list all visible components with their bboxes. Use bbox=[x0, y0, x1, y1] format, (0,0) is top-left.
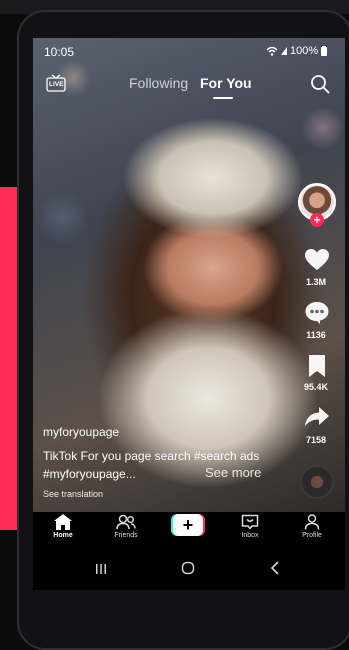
nav-inbox-label: Inbox bbox=[241, 532, 259, 539]
live-button[interactable]: LIVE bbox=[46, 74, 66, 92]
bookmark-icon bbox=[309, 355, 325, 377]
share-button[interactable] bbox=[304, 405, 330, 429]
battery-percent: 100% bbox=[290, 45, 319, 57]
nav-friends-label: Friends bbox=[114, 532, 138, 539]
nav-home[interactable]: Home bbox=[40, 514, 86, 539]
live-label: LIVE bbox=[49, 81, 64, 88]
bookmarks-count: 95.4K bbox=[303, 382, 329, 392]
share-icon bbox=[305, 407, 329, 426]
circle-home-icon bbox=[181, 561, 195, 575]
comment-button[interactable] bbox=[304, 301, 330, 325]
plus-icon: + bbox=[173, 514, 203, 536]
follow-button[interactable]: + bbox=[310, 213, 324, 227]
nav-profile[interactable]: Profile bbox=[289, 514, 335, 539]
nav-home-label: Home bbox=[53, 532, 73, 539]
search-icon bbox=[311, 75, 330, 94]
see-translation-link[interactable]: See translation bbox=[43, 489, 103, 499]
signal-icon bbox=[281, 47, 287, 55]
search-button[interactable] bbox=[310, 74, 330, 94]
home-system-button[interactable] bbox=[181, 561, 195, 580]
friends-icon bbox=[116, 514, 136, 530]
bookmark-button[interactable] bbox=[304, 354, 330, 378]
active-tab-indicator bbox=[213, 97, 233, 99]
comment-icon bbox=[305, 302, 329, 324]
music-disc[interactable] bbox=[300, 465, 334, 499]
inbox-icon bbox=[241, 514, 259, 530]
wifi-icon bbox=[266, 46, 278, 56]
nav-friends[interactable]: Friends bbox=[103, 514, 149, 539]
recents-button[interactable] bbox=[95, 562, 107, 580]
likes-count: 1.3M bbox=[305, 277, 326, 287]
create-button[interactable]: + bbox=[171, 514, 205, 536]
comments-count: 1136 bbox=[306, 330, 326, 340]
profile-icon bbox=[304, 514, 320, 530]
back-button[interactable] bbox=[270, 561, 280, 580]
tab-following[interactable]: Following bbox=[129, 75, 188, 91]
heart-icon bbox=[305, 249, 329, 270]
shares-count: 7158 bbox=[305, 435, 327, 445]
see-more-link[interactable]: See more bbox=[205, 465, 261, 480]
nav-inbox[interactable]: Inbox bbox=[227, 514, 273, 539]
status-indicators: 100% bbox=[266, 45, 328, 57]
recents-icon bbox=[96, 564, 106, 574]
status-time: 10:05 bbox=[44, 45, 75, 59]
like-button[interactable] bbox=[304, 248, 330, 272]
creator-username[interactable]: myforyoupage bbox=[43, 425, 119, 439]
battery-icon bbox=[321, 46, 328, 56]
tab-for-you[interactable]: For You bbox=[200, 75, 252, 91]
home-icon bbox=[54, 514, 72, 530]
backdrop-pink-panel bbox=[0, 187, 18, 530]
back-icon bbox=[270, 561, 279, 575]
nav-profile-label: Profile bbox=[302, 532, 322, 539]
